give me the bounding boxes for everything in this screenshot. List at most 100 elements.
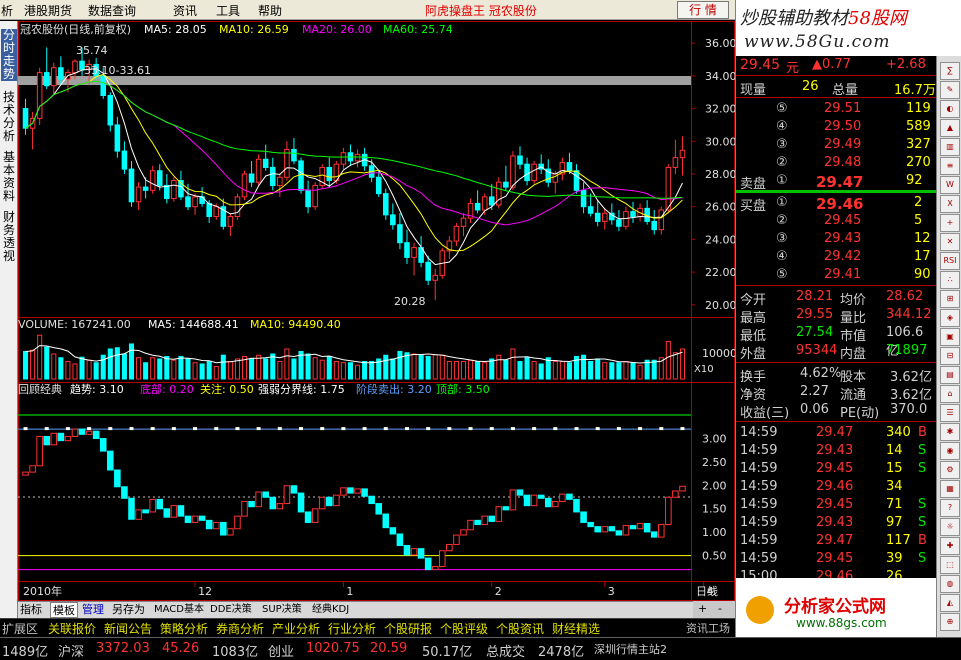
candle-body <box>312 184 318 208</box>
status-index-hs[interactable]: 沪深 <box>58 641 84 660</box>
menu-item-data-query[interactable]: 数据查询 <box>88 2 136 19</box>
toolbar-tool-icon[interactable]: ▦ <box>940 480 960 498</box>
tab-save-as[interactable]: 另存为 <box>112 602 145 618</box>
link-strategy[interactable]: 策略分析 <box>160 620 208 637</box>
candle-body <box>524 163 530 182</box>
tick-time: 14:59 <box>740 497 778 512</box>
toolbar-tool-icon[interactable]: ✎ <box>940 81 960 99</box>
volume-bar <box>277 360 283 380</box>
toolbar-tool-icon[interactable]: ✱ <box>940 423 960 441</box>
toolbar-tool-icon[interactable]: ◐ <box>940 100 960 118</box>
toolbar-tool-icon[interactable]: ∑ <box>940 62 960 80</box>
link-extension[interactable]: 扩展区 <box>2 620 38 637</box>
link-news[interactable]: 新闻公告 <box>104 620 152 637</box>
toolbar-tool-icon[interactable]: ∴ <box>940 271 960 289</box>
toolbar-tool-icon[interactable]: + <box>940 214 960 232</box>
zoom-out-button[interactable]: - <box>718 602 722 615</box>
link-finance-picks[interactable]: 财经精选 <box>552 620 600 637</box>
sell-marker <box>44 427 49 431</box>
tab-macd[interactable]: MACD基本 <box>154 602 204 618</box>
volume-bar <box>199 363 205 380</box>
toolbar-tool-icon[interactable]: RSI <box>940 252 960 270</box>
zoom-in-button[interactable]: + <box>698 602 707 615</box>
menu-item-hk-futures[interactable]: 港股期货 <box>24 2 72 19</box>
trend-step <box>481 515 488 526</box>
toolbar-tool-icon[interactable]: ✕ <box>940 233 960 251</box>
tick-time: 14:59 <box>740 425 778 440</box>
sell-marker <box>447 427 452 431</box>
volume-bar <box>150 357 156 380</box>
toolbar-tool-icon[interactable]: ☼ <box>940 518 960 536</box>
toolbar-tool-icon[interactable]: ▥ <box>940 138 960 156</box>
link-broker[interactable]: 券商分析 <box>216 620 264 637</box>
market-button[interactable]: 行 情 <box>677 1 729 19</box>
period-label: 日线 <box>696 584 718 598</box>
trend-step <box>403 545 411 556</box>
trend-step <box>608 526 616 532</box>
sell-marker <box>638 427 643 431</box>
indicator-top: 顶部: 3.50 <box>436 382 490 396</box>
candle-body <box>298 160 304 191</box>
volume-bar <box>418 354 424 380</box>
volume-bar <box>192 362 198 380</box>
toolbar-tool-icon[interactable]: ◉ <box>940 442 960 460</box>
toolbar-tool-icon[interactable]: ☰ <box>940 404 960 422</box>
status-index-gem[interactable]: 创业 <box>268 641 294 660</box>
tab-template[interactable]: 模板 <box>50 602 78 618</box>
tab-sup[interactable]: SUP决策 <box>262 602 302 618</box>
link-ratings[interactable]: 个股评级 <box>440 620 488 637</box>
volume-bar <box>623 360 629 380</box>
fund-label: PE(动) <box>840 406 880 421</box>
candle-body <box>291 148 297 162</box>
menu-item-tools[interactable]: 工具 <box>216 2 240 19</box>
volume-bar <box>383 354 389 380</box>
toolbar-tool-icon[interactable]: ⚙ <box>940 461 960 479</box>
side-tab-basic-info[interactable]: 基本资料 <box>1 151 17 203</box>
toolbar-tool-icon[interactable]: ✚ <box>940 537 960 555</box>
trend-step <box>220 521 227 536</box>
toolbar-tool-icon[interactable]: ◍ <box>940 575 960 593</box>
toolbar-tool-icon[interactable]: ▤ <box>940 366 960 384</box>
toolbar-tool-icon[interactable]: ◈ <box>940 309 960 327</box>
link-sector[interactable]: 行业分析 <box>328 620 376 637</box>
toolbar-tool-icon[interactable]: ? <box>940 499 960 517</box>
menu-item-help[interactable]: 帮助 <box>258 2 282 19</box>
toolbar-tool-icon[interactable]: ▣ <box>940 328 960 346</box>
toolbar-tool-icon[interactable]: ▲ <box>940 119 960 137</box>
link-info-workshop[interactable]: 资讯工场 <box>686 620 730 636</box>
candle-body <box>594 212 601 222</box>
side-tab-technical[interactable]: 技术分析 <box>1 91 17 143</box>
tick-row: 14:59 29.45 15 S <box>736 460 936 478</box>
banner-text-a: 炒股辅助教材 <box>740 8 848 29</box>
volume-bar <box>319 359 325 380</box>
volume-bar <box>510 348 516 380</box>
side-tab-finance[interactable]: 财务透视 <box>1 211 17 263</box>
link-related-quotes[interactable]: 关联报价 <box>48 620 96 637</box>
link-industry-chain[interactable]: 产业分析 <box>272 620 320 637</box>
toolbar-tool-icon[interactable]: ⊟ <box>940 347 960 365</box>
side-tab-intraday[interactable]: 分时走势 <box>1 29 17 81</box>
chart-area[interactable]: 冠农股份(日线,前复权) MA5: 28.05 MA10: 26.59 MA20… <box>18 21 735 601</box>
tab-indicator[interactable]: 指标 <box>20 602 42 618</box>
status-server[interactable]: 深圳行情主站2 <box>594 641 667 657</box>
toolbar-tool-icon[interactable]: ⬚ <box>940 556 960 574</box>
link-stock-news[interactable]: 个股资讯 <box>496 620 544 637</box>
link-reports[interactable]: 个股研报 <box>384 620 432 637</box>
toolbar-tool-icon[interactable]: ⌂ <box>940 385 960 403</box>
bid-row: ② 29.45 5 <box>736 212 936 230</box>
toolbar-tool-icon[interactable]: ⊞ <box>940 290 960 308</box>
volume-bar <box>616 362 622 380</box>
tab-manage[interactable]: 管理 <box>82 602 104 618</box>
menu-item-news[interactable]: 资讯 <box>173 2 197 19</box>
toolbar-tool-icon[interactable]: X <box>940 195 960 213</box>
toolbar-tool-icon[interactable]: ≡ <box>940 157 960 175</box>
volume-tick: 10000 <box>702 347 735 360</box>
tab-kdj[interactable]: 经典KDJ <box>312 602 349 618</box>
candle-body <box>679 149 686 159</box>
menu-item-analysis[interactable]: 析 <box>1 2 13 19</box>
toolbar-tool-icon[interactable]: W <box>940 176 960 194</box>
toolbar-tool-icon[interactable]: ⊕ <box>940 613 960 631</box>
tab-dde[interactable]: DDE决策 <box>210 602 252 618</box>
toolbar-tool-icon[interactable]: ◭ <box>940 594 960 612</box>
kline-chart[interactable]: 冠农股份(日线,前复权) MA5: 28.05 MA10: 26.59 MA20… <box>18 21 735 601</box>
